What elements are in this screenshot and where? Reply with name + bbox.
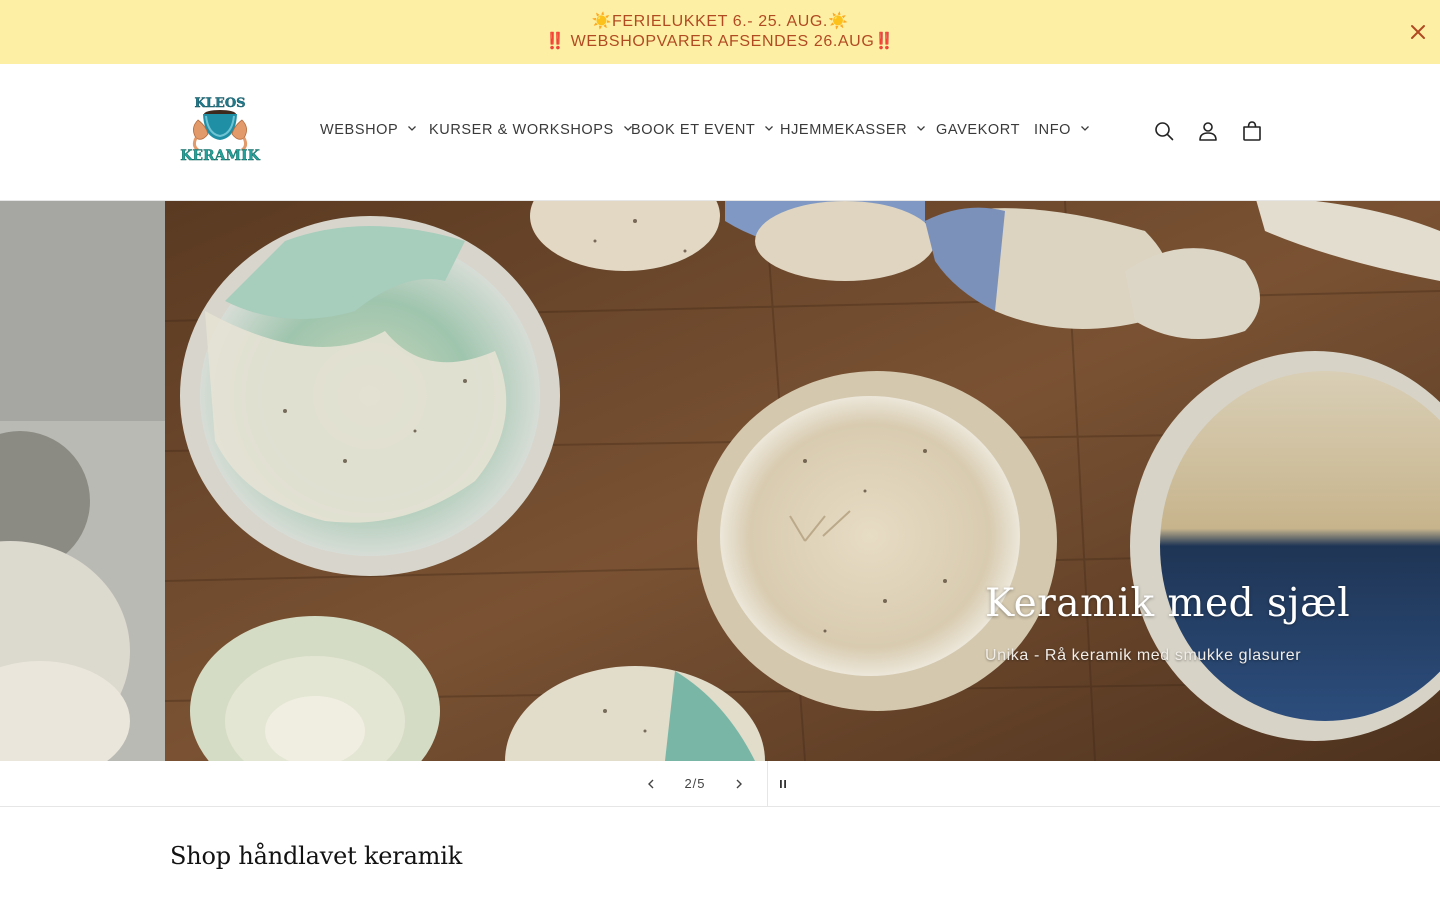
slider-divider	[767, 761, 768, 807]
chevron-left-icon[interactable]	[639, 772, 663, 796]
announcement-line-1: ☀️FERIELUKKET 6.- 25. AUG.☀️	[591, 13, 849, 30]
nav-item-kurser[interactable]: KURSER & WORKSHOPS	[429, 122, 633, 144]
logo-top-text: KLEOS	[194, 96, 245, 111]
nav-item-hjemmekasser[interactable]: HJEMMEKASSER	[780, 122, 926, 144]
chevron-down-icon	[408, 126, 417, 131]
announcement-bar: ☀️FERIELUKKET 6.- 25. AUG.☀️ ‼️ WEBSHOPV…	[0, 0, 1440, 64]
cart-icon[interactable]	[1240, 119, 1264, 143]
nav-label-book-event: BOOK ET EVENT	[631, 122, 756, 138]
logo-bottom-text: KERAMIK	[180, 148, 260, 164]
hero-slide-image	[165, 201, 1440, 761]
chevron-down-icon	[917, 126, 926, 131]
chevron-right-icon[interactable]	[727, 772, 751, 796]
nav-label-hjemmekasser: HJEMMEKASSER	[780, 122, 908, 138]
hero-heading: Keramik med sjæl	[985, 581, 1351, 626]
nav-item-webshop[interactable]: WEBSHOP	[320, 122, 417, 144]
nav-item-info[interactable]: INFO	[1034, 122, 1090, 144]
close-icon[interactable]	[1406, 20, 1430, 44]
slide-counter: 2/5	[684, 776, 706, 791]
hero-subheading: Unika - Rå keramik med smukke glasurer	[985, 647, 1302, 664]
announcement-line-2: ‼️ WEBSHOPVARER AFSENDES 26.AUG‼️	[545, 33, 895, 50]
account-icon[interactable]	[1196, 119, 1220, 143]
chevron-down-icon	[765, 126, 774, 131]
nav-label-webshop: WEBSHOP	[320, 122, 399, 138]
nav-label-gavekort: GAVEKORT	[936, 122, 1021, 138]
nav-item-gavekort[interactable]: GAVEKORT	[936, 122, 1020, 144]
previous-slide-peek	[0, 201, 165, 761]
hero-slideshow: Keramik med sjæl Unika - Rå keramik med …	[0, 201, 1440, 761]
nav-label-info: INFO	[1034, 122, 1072, 138]
section-title: Shop håndlavet keramik	[170, 842, 463, 870]
nav-label-kurser: KURSER & WORKSHOPS	[429, 122, 614, 138]
pause-icon[interactable]	[771, 772, 795, 796]
site-header: KLEOS KERAMIK WEBSHOP KURSER & WORKSHOPS…	[0, 64, 1440, 201]
slider-controls: 2/5	[0, 761, 1440, 807]
nav-item-book-event[interactable]: BOOK ET EVENT	[631, 122, 774, 144]
search-icon[interactable]	[1152, 119, 1176, 143]
logo[interactable]: KLEOS KERAMIK	[176, 92, 264, 168]
chevron-down-icon	[1081, 126, 1090, 131]
